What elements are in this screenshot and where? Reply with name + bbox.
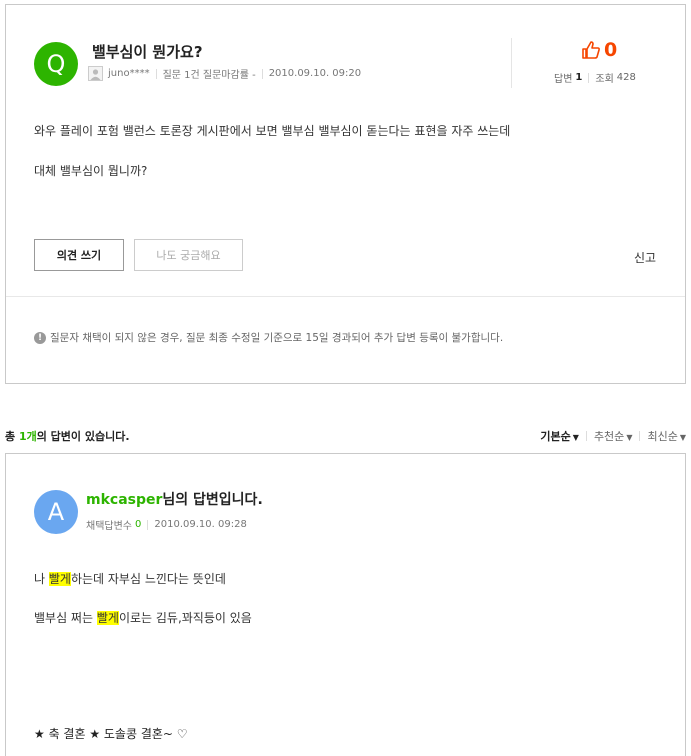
report-link[interactable]: 신고	[634, 249, 656, 266]
question-body-line: 대체 밸부심이 뭡니까?	[34, 164, 148, 178]
me-too-curious-button[interactable]: 나도 궁금해요	[134, 239, 243, 271]
question-date: 2010.09.10. 09:20	[268, 68, 362, 79]
answer-body-line: 밸부심 쩌는 빨게이로는 김듀,꽈직등이 있음	[34, 609, 252, 626]
exclamation-icon: !	[34, 331, 46, 344]
answer-text: 밸부심 쩌는	[34, 611, 97, 625]
answers-count: 1	[575, 72, 583, 83]
sort-divider	[585, 431, 587, 441]
answer-meta: 채택답변수 0 2010.09.10. 09:28	[86, 517, 247, 532]
question-meta: juno**** 질문 1건 질문마감률 - 2010.09.10. 09:20	[88, 66, 361, 81]
caret-down-icon: ▼	[626, 433, 633, 442]
answers-bar: 총 1개의 답변이 있습니다. 기본순 ▼ 추천순 ▼ 최신순 ▼	[5, 427, 686, 445]
answer-text: 하는데 자부심 느낀다는 뜻인데	[70, 572, 226, 586]
answer-body-line: 나 빨게하는데 자부심 느낀다는 뜻인데	[34, 570, 252, 587]
answers-total-suffix: 의 답변이 있습니다.	[36, 430, 130, 443]
sort-options: 기본순 ▼ 추천순 ▼ 최신순 ▼	[540, 428, 686, 444]
answer-body: 나 빨게하는데 자부심 느낀다는 뜻인데 밸부심 쩌는 빨게이로는 김듀,꽈직등…	[34, 570, 252, 648]
meta-divider	[147, 519, 149, 530]
sort-latest-label: 최신순	[647, 430, 678, 443]
notice: ! 질문자 채택이 되지 않은 경우, 질문 최종 수정일 기준으로 15일 경…	[34, 330, 503, 345]
answer-card: A mkcasper님의 답변입니다. 채택답변수 0 2010.09.10. …	[5, 453, 686, 756]
like-count: 0	[604, 39, 618, 61]
answer-author[interactable]: mkcasper	[86, 492, 162, 508]
question-title: 밸부심이 뭔가요?	[92, 43, 203, 61]
adopted-label: 채택답변수	[86, 521, 132, 532]
caret-down-icon: ▼	[679, 433, 686, 442]
answer-signature: ★ 축 결혼 ★ 도솔콩 결혼~ ♡	[34, 727, 188, 741]
sort-recommend[interactable]: 추천순 ▼	[594, 428, 633, 444]
sort-default[interactable]: 기본순 ▼	[540, 428, 579, 444]
notice-text: 질문자 채택이 되지 않은 경우, 질문 최종 수정일 기준으로 15일 경과되…	[50, 332, 504, 344]
sort-divider	[639, 431, 641, 441]
sort-recommend-label: 추천순	[593, 430, 625, 443]
like-button[interactable]: 0	[581, 39, 617, 61]
question-author-info: 질문 1건 질문마감률 -	[162, 70, 256, 81]
answer-text: 이로는 김듀,꽈직등이 있음	[118, 611, 252, 625]
user-avatar-icon[interactable]	[88, 66, 103, 81]
stats-divider	[511, 38, 512, 88]
thumbs-up-icon	[582, 41, 600, 59]
meta-divider	[261, 68, 263, 79]
meta-divider	[588, 72, 590, 83]
views-count: 428	[616, 72, 636, 83]
question-body: 와우 플레이 포험 밸런스 토론장 게시판에서 보면 밸부심 밸부심이 돋는다는…	[34, 122, 510, 202]
answers-label: 답변	[554, 74, 573, 85]
highlighted-text: 빨게	[96, 611, 119, 625]
answer-title-suffix: 님의 답변입니다.	[162, 492, 263, 508]
question-divider	[6, 296, 685, 297]
question-author[interactable]: juno****	[108, 68, 150, 79]
question-badge: Q	[34, 42, 78, 86]
adopted-count: 0	[135, 519, 142, 530]
sort-default-label: 기본순	[540, 430, 571, 443]
answer-text: 나	[34, 572, 49, 586]
answer-badge: A	[34, 490, 78, 534]
answer-title: mkcasper님의 답변입니다.	[86, 489, 263, 509]
write-opinion-button[interactable]: 의견 쓰기	[34, 239, 124, 271]
answers-total: 총 1개의 답변이 있습니다.	[5, 428, 130, 444]
question-counts: 답변 1 조회 428	[554, 70, 636, 85]
answers-total-prefix: 총	[5, 430, 19, 443]
views-label: 조회	[595, 74, 614, 85]
highlighted-text: 빨게	[48, 572, 71, 586]
answers-total-count: 1개	[18, 430, 37, 443]
answer-date: 2010.09.10. 09:28	[154, 519, 247, 530]
question-card: Q 밸부심이 뭔가요? juno**** 질문 1건 질문마감률 - 2010.…	[5, 4, 686, 384]
meta-divider	[155, 68, 157, 79]
caret-down-icon: ▼	[572, 433, 579, 442]
sort-latest[interactable]: 최신순 ▼	[647, 428, 686, 444]
question-body-line: 와우 플레이 포험 밸런스 토론장 게시판에서 보면 밸부심 밸부심이 돋는다는…	[34, 124, 511, 138]
